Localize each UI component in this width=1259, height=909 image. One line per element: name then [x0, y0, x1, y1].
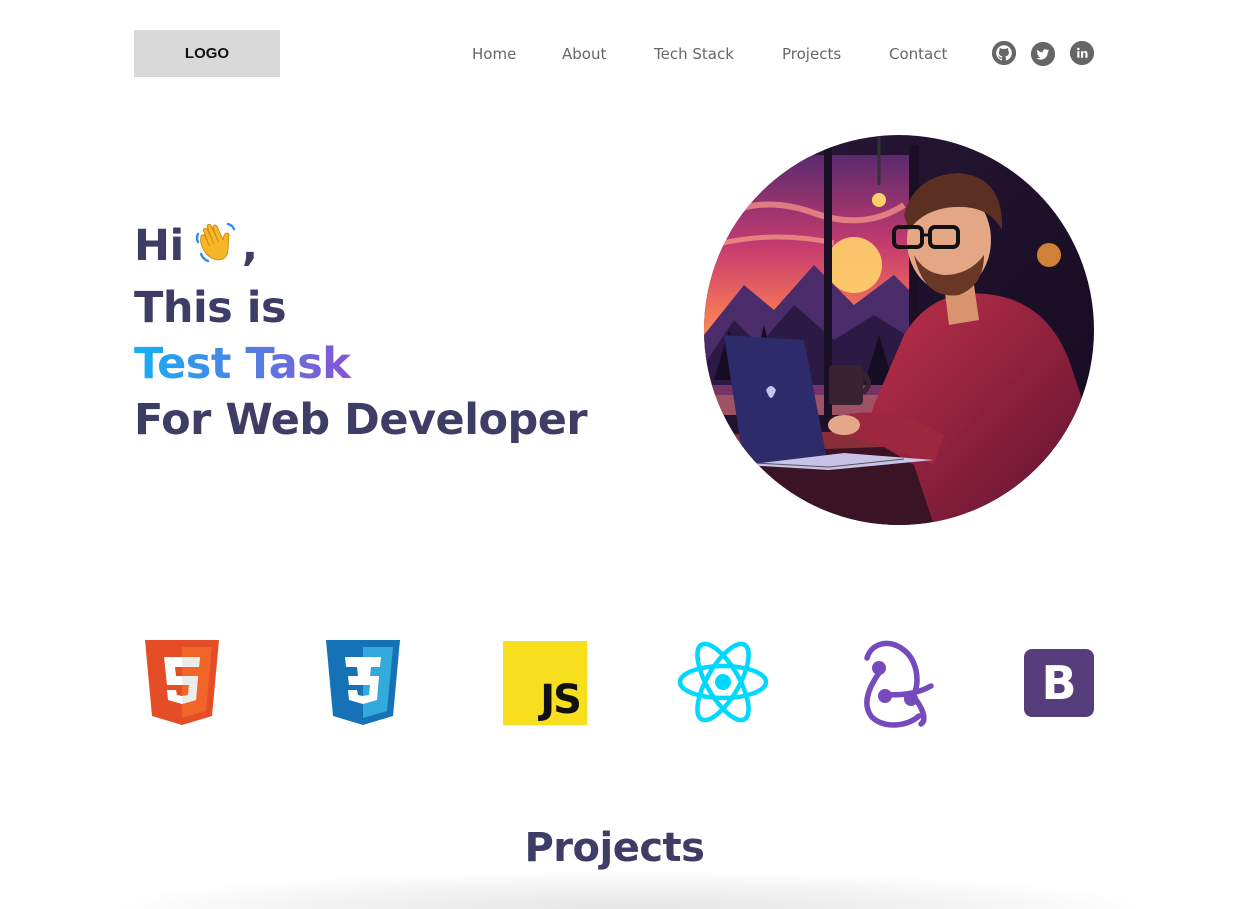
javascript-icon: JS — [503, 641, 587, 725]
javascript-icon-label: JS — [540, 677, 582, 723]
projects-card-shadow — [90, 870, 1170, 909]
hero-highlight: Test Task — [134, 336, 587, 392]
developer-illustration — [704, 135, 1094, 525]
hero-greeting: Hi — [134, 221, 184, 271]
nav-home[interactable]: Home — [472, 43, 516, 65]
nav-contact[interactable]: Contact — [889, 43, 947, 65]
bootstrap-icon-label: B — [1041, 656, 1077, 710]
nav-projects[interactable]: Projects — [782, 43, 841, 65]
css3-icon — [326, 640, 400, 725]
react-icon — [677, 641, 769, 723]
linkedin-icon[interactable] — [1070, 41, 1094, 65]
waving-hand-icon — [192, 220, 238, 280]
nav-tech-stack[interactable]: Tech Stack — [654, 43, 734, 65]
hero-greeting-comma: , — [241, 221, 258, 271]
hero-greeting-line: Hi , — [134, 218, 587, 280]
html5-icon — [145, 640, 219, 725]
projects-title: Projects — [524, 825, 705, 871]
github-icon[interactable] — [992, 41, 1016, 65]
page: LOGO Home About Tech Stack Projects Cont… — [0, 0, 1259, 909]
bootstrap-icon: B — [1024, 649, 1094, 717]
nav-about[interactable]: About — [562, 43, 606, 65]
hero-role: For Web Developer — [134, 395, 588, 445]
twitter-icon[interactable] — [1031, 42, 1055, 66]
hero-heading: Hi , This is Test Task For Web Developer — [134, 218, 588, 448]
redux-icon — [864, 640, 934, 728]
hero-intro: This is — [134, 283, 287, 333]
